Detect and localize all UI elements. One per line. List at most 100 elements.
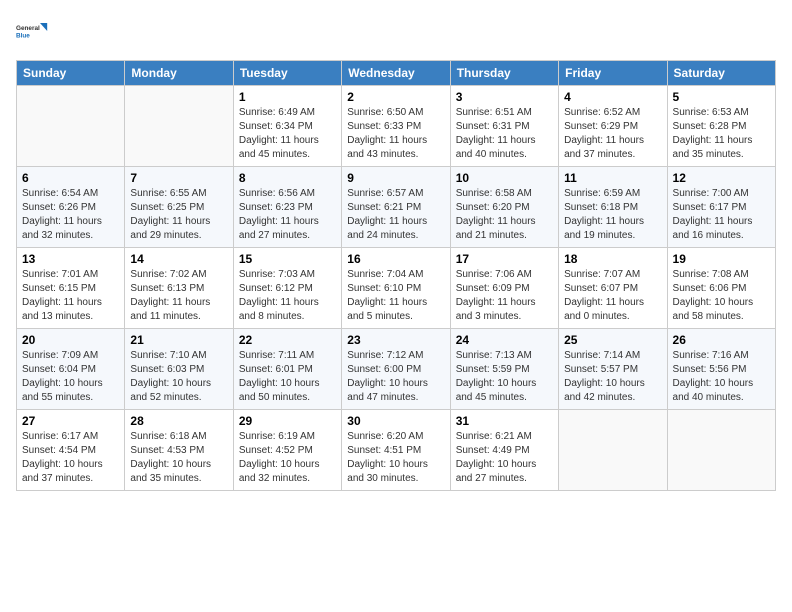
day-number: 5 bbox=[673, 90, 770, 104]
calendar-cell: 31Sunrise: 6:21 AM Sunset: 4:49 PM Dayli… bbox=[450, 410, 558, 491]
day-info: Sunrise: 6:17 AM Sunset: 4:54 PM Dayligh… bbox=[22, 430, 119, 486]
day-info: Sunrise: 6:55 AM Sunset: 6:25 PM Dayligh… bbox=[130, 187, 227, 243]
calendar-week-row: 13 Sunrise: 7:01 AM Sunset: 6:15 PM Dayli… bbox=[17, 248, 776, 329]
calendar-cell: 17 Sunrise: 7:06 AM Sunset: 6:09 PM Dayli… bbox=[450, 248, 558, 329]
weekday-header-cell: Thursday bbox=[450, 61, 558, 86]
weekday-header-cell: Saturday bbox=[667, 61, 775, 86]
day-number: 9 bbox=[347, 171, 444, 185]
calendar-cell: 9 Sunrise: 6:57 AM Sunset: 6:21 PM Daylig… bbox=[342, 167, 450, 248]
calendar-table: SundayMondayTuesdayWednesdayThursdayFrid… bbox=[16, 60, 776, 491]
day-info: Sunrise: 7:06 AM Sunset: 6:09 PM Dayligh… bbox=[456, 268, 553, 324]
day-info: Sunrise: 7:07 AM Sunset: 6:07 PM Dayligh… bbox=[564, 268, 661, 324]
calendar-cell: 29 Sunrise: 6:19 AM Sunset: 4:52 PM Dayli… bbox=[233, 410, 341, 491]
calendar-cell: 22 Sunrise: 7:11 AM Sunset: 6:01 PM Dayli… bbox=[233, 329, 341, 410]
day-number: 20 bbox=[22, 333, 119, 347]
calendar-cell bbox=[667, 410, 775, 491]
weekday-header-cell: Tuesday bbox=[233, 61, 341, 86]
day-number: 26 bbox=[673, 333, 770, 347]
calendar-week-row: 1 Sunrise: 6:49 AM Sunset: 6:34 PM Daylig… bbox=[17, 86, 776, 167]
day-info: Sunrise: 7:01 AM Sunset: 6:15 PM Dayligh… bbox=[22, 268, 119, 324]
calendar-body: 1 Sunrise: 6:49 AM Sunset: 6:34 PM Daylig… bbox=[17, 86, 776, 491]
day-number: 16 bbox=[347, 252, 444, 266]
day-number: 29 bbox=[239, 414, 336, 428]
day-info: Sunrise: 6:56 AM Sunset: 6:23 PM Dayligh… bbox=[239, 187, 336, 243]
calendar-cell: 11 Sunrise: 6:59 AM Sunset: 6:18 PM Dayli… bbox=[559, 167, 667, 248]
calendar-cell: 4 Sunrise: 6:52 AM Sunset: 6:29 PM Daylig… bbox=[559, 86, 667, 167]
calendar-week-row: 20 Sunrise: 7:09 AM Sunset: 6:04 PM Dayli… bbox=[17, 329, 776, 410]
weekday-header-cell: Wednesday bbox=[342, 61, 450, 86]
logo-icon: GeneralBlue bbox=[16, 16, 48, 48]
calendar-cell: 23Sunrise: 7:12 AM Sunset: 6:00 PM Dayli… bbox=[342, 329, 450, 410]
calendar-cell: 8 Sunrise: 6:56 AM Sunset: 6:23 PM Daylig… bbox=[233, 167, 341, 248]
calendar-cell: 14Sunrise: 7:02 AM Sunset: 6:13 PM Dayli… bbox=[125, 248, 233, 329]
day-info: Sunrise: 6:54 AM Sunset: 6:26 PM Dayligh… bbox=[22, 187, 119, 243]
day-info: Sunrise: 7:13 AM Sunset: 5:59 PM Dayligh… bbox=[456, 349, 553, 405]
day-number: 4 bbox=[564, 90, 661, 104]
calendar-cell bbox=[125, 86, 233, 167]
calendar-cell: 19 Sunrise: 7:08 AM Sunset: 6:06 PM Dayli… bbox=[667, 248, 775, 329]
day-info: Sunrise: 7:11 AM Sunset: 6:01 PM Dayligh… bbox=[239, 349, 336, 405]
calendar-cell: 25 Sunrise: 7:14 AM Sunset: 5:57 PM Dayli… bbox=[559, 329, 667, 410]
svg-text:Blue: Blue bbox=[16, 32, 30, 39]
weekday-header-cell: Monday bbox=[125, 61, 233, 86]
day-number: 8 bbox=[239, 171, 336, 185]
calendar-cell: 7 Sunrise: 6:55 AM Sunset: 6:25 PM Daylig… bbox=[125, 167, 233, 248]
weekday-header-row: SundayMondayTuesdayWednesdayThursdayFrid… bbox=[17, 61, 776, 86]
calendar-cell: 12Sunrise: 7:00 AM Sunset: 6:17 PM Dayli… bbox=[667, 167, 775, 248]
day-number: 25 bbox=[564, 333, 661, 347]
calendar-cell: 24 Sunrise: 7:13 AM Sunset: 5:59 PM Dayli… bbox=[450, 329, 558, 410]
day-info: Sunrise: 6:53 AM Sunset: 6:28 PM Dayligh… bbox=[673, 106, 770, 162]
day-info: Sunrise: 6:49 AM Sunset: 6:34 PM Dayligh… bbox=[239, 106, 336, 162]
day-number: 13 bbox=[22, 252, 119, 266]
day-info: Sunrise: 6:51 AM Sunset: 6:31 PM Dayligh… bbox=[456, 106, 553, 162]
calendar-cell: 28Sunrise: 6:18 AM Sunset: 4:53 PM Dayli… bbox=[125, 410, 233, 491]
day-info: Sunrise: 6:50 AM Sunset: 6:33 PM Dayligh… bbox=[347, 106, 444, 162]
day-info: Sunrise: 7:08 AM Sunset: 6:06 PM Dayligh… bbox=[673, 268, 770, 324]
calendar-cell: 13 Sunrise: 7:01 AM Sunset: 6:15 PM Dayli… bbox=[17, 248, 125, 329]
calendar-cell: 16 Sunrise: 7:04 AM Sunset: 6:10 PM Dayli… bbox=[342, 248, 450, 329]
day-info: Sunrise: 6:52 AM Sunset: 6:29 PM Dayligh… bbox=[564, 106, 661, 162]
day-info: Sunrise: 6:58 AM Sunset: 6:20 PM Dayligh… bbox=[456, 187, 553, 243]
day-info: Sunrise: 6:20 AM Sunset: 4:51 PM Dayligh… bbox=[347, 430, 444, 486]
calendar-cell: 30 Sunrise: 6:20 AM Sunset: 4:51 PM Dayli… bbox=[342, 410, 450, 491]
day-number: 19 bbox=[673, 252, 770, 266]
day-number: 6 bbox=[22, 171, 119, 185]
calendar-week-row: 6 Sunrise: 6:54 AM Sunset: 6:26 PM Daylig… bbox=[17, 167, 776, 248]
day-number: 3 bbox=[456, 90, 553, 104]
day-number: 11 bbox=[564, 171, 661, 185]
day-info: Sunrise: 7:00 AM Sunset: 6:17 PM Dayligh… bbox=[673, 187, 770, 243]
calendar-cell: 20 Sunrise: 7:09 AM Sunset: 6:04 PM Dayli… bbox=[17, 329, 125, 410]
day-info: Sunrise: 6:59 AM Sunset: 6:18 PM Dayligh… bbox=[564, 187, 661, 243]
calendar-cell: 6 Sunrise: 6:54 AM Sunset: 6:26 PM Daylig… bbox=[17, 167, 125, 248]
calendar-cell: 2 Sunrise: 6:50 AM Sunset: 6:33 PM Daylig… bbox=[342, 86, 450, 167]
day-number: 17 bbox=[456, 252, 553, 266]
day-number: 14 bbox=[130, 252, 227, 266]
calendar-cell bbox=[17, 86, 125, 167]
day-number: 7 bbox=[130, 171, 227, 185]
calendar-cell: 18Sunrise: 7:07 AM Sunset: 6:07 PM Dayli… bbox=[559, 248, 667, 329]
day-number: 22 bbox=[239, 333, 336, 347]
calendar-cell: 26Sunrise: 7:16 AM Sunset: 5:56 PM Dayli… bbox=[667, 329, 775, 410]
calendar-cell: 5 Sunrise: 6:53 AM Sunset: 6:28 PM Daylig… bbox=[667, 86, 775, 167]
calendar-cell: 10Sunrise: 6:58 AM Sunset: 6:20 PM Dayli… bbox=[450, 167, 558, 248]
day-number: 23 bbox=[347, 333, 444, 347]
day-info: Sunrise: 6:18 AM Sunset: 4:53 PM Dayligh… bbox=[130, 430, 227, 486]
calendar-cell: 21Sunrise: 7:10 AM Sunset: 6:03 PM Dayli… bbox=[125, 329, 233, 410]
day-info: Sunrise: 7:03 AM Sunset: 6:12 PM Dayligh… bbox=[239, 268, 336, 324]
page-header: GeneralBlue bbox=[16, 16, 776, 48]
day-info: Sunrise: 7:09 AM Sunset: 6:04 PM Dayligh… bbox=[22, 349, 119, 405]
day-number: 2 bbox=[347, 90, 444, 104]
day-number: 21 bbox=[130, 333, 227, 347]
day-info: Sunrise: 7:14 AM Sunset: 5:57 PM Dayligh… bbox=[564, 349, 661, 405]
day-number: 30 bbox=[347, 414, 444, 428]
day-info: Sunrise: 6:57 AM Sunset: 6:21 PM Dayligh… bbox=[347, 187, 444, 243]
calendar-cell: 15Sunrise: 7:03 AM Sunset: 6:12 PM Dayli… bbox=[233, 248, 341, 329]
svg-text:General: General bbox=[16, 25, 40, 32]
calendar-week-row: 27Sunrise: 6:17 AM Sunset: 4:54 PM Dayli… bbox=[17, 410, 776, 491]
day-info: Sunrise: 6:19 AM Sunset: 4:52 PM Dayligh… bbox=[239, 430, 336, 486]
day-info: Sunrise: 7:04 AM Sunset: 6:10 PM Dayligh… bbox=[347, 268, 444, 324]
day-number: 1 bbox=[239, 90, 336, 104]
day-number: 24 bbox=[456, 333, 553, 347]
day-info: Sunrise: 6:21 AM Sunset: 4:49 PM Dayligh… bbox=[456, 430, 553, 486]
logo: GeneralBlue bbox=[16, 16, 48, 48]
